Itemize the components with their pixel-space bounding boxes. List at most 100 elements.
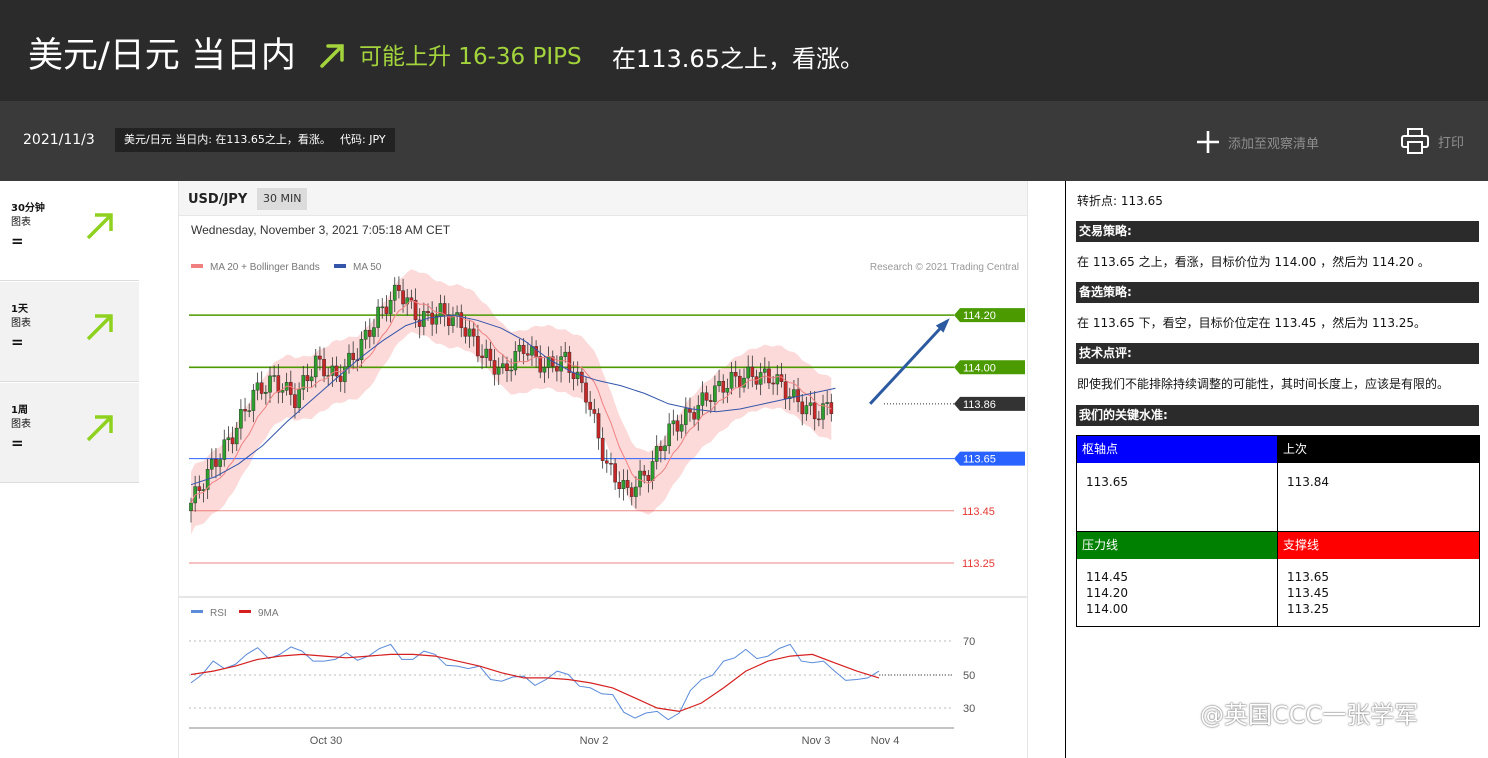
level-label: 113.25: [962, 558, 995, 570]
svg-text:114.00: 114.00: [963, 362, 996, 374]
watermark: @英国CCC一张学军: [1200, 701, 1419, 729]
candle: [596, 413, 601, 439]
candle: [746, 366, 750, 379]
candle: [259, 382, 264, 394]
candle: [804, 405, 809, 415]
candle: [484, 348, 489, 358]
candle: [380, 306, 385, 309]
interval-button[interactable]: 30 MIN: [257, 188, 308, 210]
pivot-text: 转折点: 113.65: [1077, 194, 1163, 208]
candle: [226, 437, 231, 441]
timeframe-title: 1周: [11, 405, 28, 416]
candle: [451, 316, 455, 326]
candle: [313, 355, 318, 378]
candle: [509, 369, 513, 372]
timeframe-sub: 图表: [11, 318, 31, 329]
x-tick-label: Oct 30: [310, 735, 342, 747]
candle: [467, 328, 472, 337]
candle: [629, 487, 634, 497]
candle: [517, 344, 522, 352]
level-label: 114.00: [954, 360, 1025, 375]
rsi-ma-legend-swatch: [239, 610, 251, 613]
candle: [209, 458, 214, 470]
candle: [800, 401, 805, 415]
candle: [247, 410, 252, 412]
candle: [725, 387, 730, 393]
candle: [600, 437, 605, 461]
candle: [675, 420, 680, 432]
watchlist-label: 添加至观察清单: [1228, 136, 1320, 152]
candle: [696, 405, 701, 420]
candle: [305, 375, 310, 382]
candle: [343, 366, 347, 382]
candle: [763, 368, 767, 373]
candle: [555, 366, 559, 372]
bollinger-band: [191, 269, 832, 535]
candle: [513, 351, 518, 371]
candle: [609, 463, 613, 465]
candle: [717, 380, 721, 387]
print-label: 打印: [1438, 135, 1465, 151]
candle: [808, 402, 813, 406]
timeframe-1week[interactable]: 1周 图表 =: [0, 383, 139, 483]
resistance-header: 压力线: [1077, 532, 1277, 559]
rsi-ma-line: [190, 653, 880, 713]
x-tick-label: Nov 4: [871, 735, 900, 747]
candle: [488, 348, 493, 361]
candle: [222, 439, 227, 460]
candle: [667, 423, 671, 447]
candle: [642, 470, 647, 476]
signal-text: 可能上升 16-36 PIPS: [359, 44, 582, 70]
candle: [409, 297, 414, 301]
candle: [679, 424, 684, 432]
candle: [351, 352, 355, 360]
candle: [621, 480, 626, 490]
arrow-up-right-icon: [86, 314, 113, 341]
add-to-watchlist-button[interactable]: 添加至观察清单: [1196, 129, 1319, 155]
candle: [650, 461, 655, 481]
candle: [534, 346, 538, 357]
pivot-header: 枢轴点: [1077, 436, 1277, 463]
report-date: 2021/11/3: [23, 132, 95, 148]
rsi-legend: RSI: [210, 608, 227, 619]
candle: [646, 475, 651, 481]
alt-strategy-heading: 备选策略:: [1076, 282, 1479, 303]
rsi-tick: 50: [963, 670, 975, 682]
svg-text:114.20: 114.20: [963, 310, 996, 322]
candle: [401, 290, 405, 305]
ma50-legend: MA 50: [353, 262, 382, 273]
timeframe-1day[interactable]: 1天 图表 =: [0, 282, 139, 382]
support-header: 支撑线: [1278, 532, 1479, 559]
candle: [671, 420, 676, 425]
timeframe-title: 1天: [11, 304, 28, 315]
title-bar: 美元/日元 当日内 可能上升 16-36 PIPS 在113.65之上，看涨。: [0, 0, 1488, 101]
candle: [792, 389, 796, 397]
candle: [501, 363, 505, 368]
candle: [430, 312, 434, 325]
comment-heading: 技术点评:: [1076, 343, 1479, 364]
arrow-up-right-icon: [86, 213, 113, 240]
candle: [372, 327, 376, 337]
timeframe-30min[interactable]: 30分钟 图表 =: [0, 181, 139, 281]
ma50-legend-swatch: [334, 264, 346, 268]
price-chart[interactable]: Wednesday, November 3, 2021 7:05:18 AM C…: [179, 216, 1027, 758]
candle: [817, 418, 821, 421]
timeframe-sub: 图表: [11, 419, 31, 430]
svg-text:113.65: 113.65: [963, 454, 996, 466]
level-labels: 114.20 114.00 113.86 113.65 113.45 113.25: [954, 308, 1025, 570]
candle: [605, 460, 609, 464]
comment-text: 即使我们不能排除持续调整的可能性，其时间长度上，应该是有限的。: [1077, 377, 1450, 391]
strategy-text: 在 113.65 之上，看涨，目标价位为 114.00 ，然后为 114.20 …: [1077, 255, 1430, 269]
chart-panel: USD/JPY 30 MIN Wednesday, November 3, 20…: [178, 181, 1028, 758]
candle: [280, 390, 285, 393]
candle: [268, 375, 272, 393]
key-levels-table: 枢轴点 上次 113.65 113.84 压力线 支撑线 114.45 114.…: [1076, 435, 1480, 627]
candle: [496, 367, 501, 375]
candle: [771, 382, 775, 385]
print-button[interactable]: 打印: [1401, 127, 1464, 155]
candle: [384, 306, 389, 314]
candle: [363, 329, 368, 340]
candle: [438, 303, 443, 317]
rsi-tick: 30: [963, 703, 975, 715]
plus-icon: [1197, 131, 1219, 153]
